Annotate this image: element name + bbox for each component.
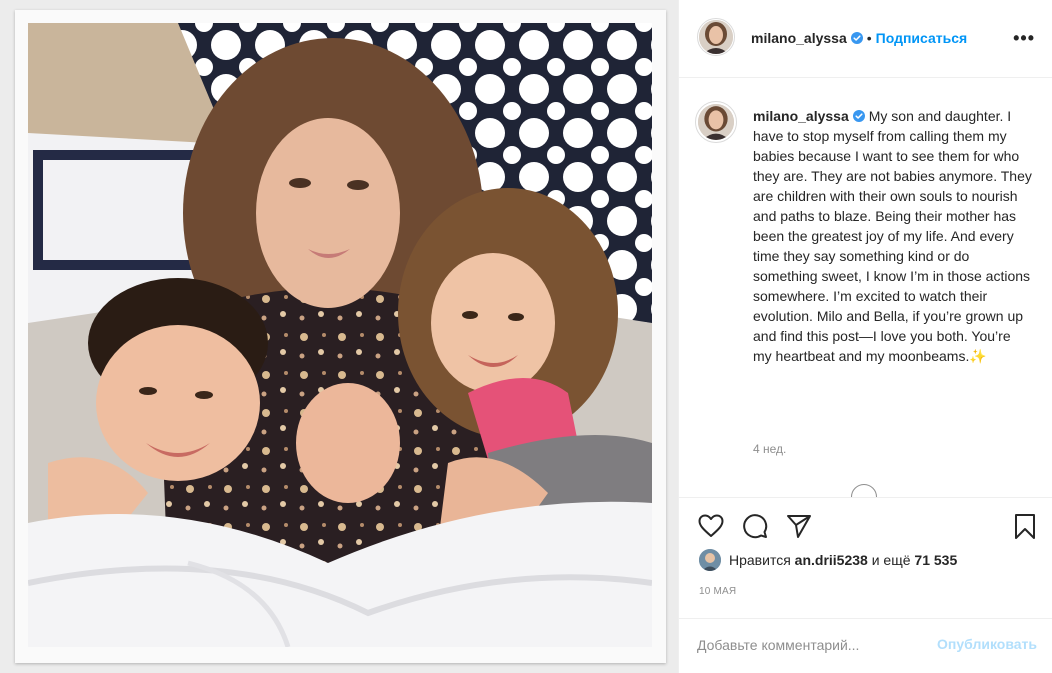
caption-username-link[interactable]: milano_alyssa xyxy=(753,108,849,124)
family-photo-illustration xyxy=(28,23,652,647)
post-header: milano_alyssa • Подписаться ••• xyxy=(679,0,1052,78)
header-user-line: milano_alyssa • Подписаться xyxy=(751,30,967,46)
verified-badge-icon xyxy=(852,110,865,122)
caption-avatar-image xyxy=(698,104,734,140)
likes-count-link[interactable]: 71 535 xyxy=(914,552,957,568)
bookmark-icon[interactable] xyxy=(1011,512,1039,540)
post-photo[interactable] xyxy=(28,23,652,647)
heart-icon[interactable] xyxy=(697,512,725,540)
verified-badge-icon xyxy=(850,32,863,44)
publish-button[interactable]: Опубликовать xyxy=(937,636,1037,652)
avatar[interactable] xyxy=(699,20,733,54)
comment-input[interactable] xyxy=(697,635,927,655)
comments-section[interactable]: milano_alyssa My son and daughter. I have… xyxy=(679,79,1052,497)
likes-summary: Нравится an.drii5238 и ещё 71 535 xyxy=(699,549,957,571)
action-bar: Нравится an.drii5238 и ещё 71 535 10 МАЯ xyxy=(679,497,1052,627)
liker-username-link[interactable]: an.drii5238 xyxy=(795,552,868,568)
plus-circle-icon[interactable] xyxy=(851,484,877,497)
likes-suffix: и ещё xyxy=(871,552,911,568)
follow-button[interactable]: Подписаться xyxy=(876,30,968,46)
caption-avatar[interactable] xyxy=(698,104,734,140)
header-separator: • xyxy=(866,30,872,46)
comment-bubble-icon[interactable] xyxy=(741,512,769,540)
post-sidebar: milano_alyssa • Подписаться ••• milano_a… xyxy=(678,0,1052,673)
sparkles-emoji-icon: ✨ xyxy=(969,348,987,364)
caption-timestamp[interactable]: 4 нед. xyxy=(753,442,786,456)
post-caption: milano_alyssa My son and daughter. I have… xyxy=(753,106,1033,366)
avatar-image xyxy=(699,20,733,54)
liker-avatar[interactable] xyxy=(699,549,721,571)
add-comment-bar: Опубликовать xyxy=(679,618,1052,673)
polaroid-frame xyxy=(15,10,666,663)
post-date[interactable]: 10 МАЯ xyxy=(699,586,736,597)
more-options-icon[interactable]: ••• xyxy=(1013,28,1035,49)
caption-text: My son and daughter. I have to stop myse… xyxy=(753,108,1032,364)
liker-avatar-image xyxy=(699,549,721,571)
paper-plane-icon[interactable] xyxy=(785,512,813,540)
likes-prefix: Нравится xyxy=(729,552,791,568)
username-link[interactable]: milano_alyssa xyxy=(751,30,847,46)
post-media[interactable] xyxy=(0,0,678,673)
